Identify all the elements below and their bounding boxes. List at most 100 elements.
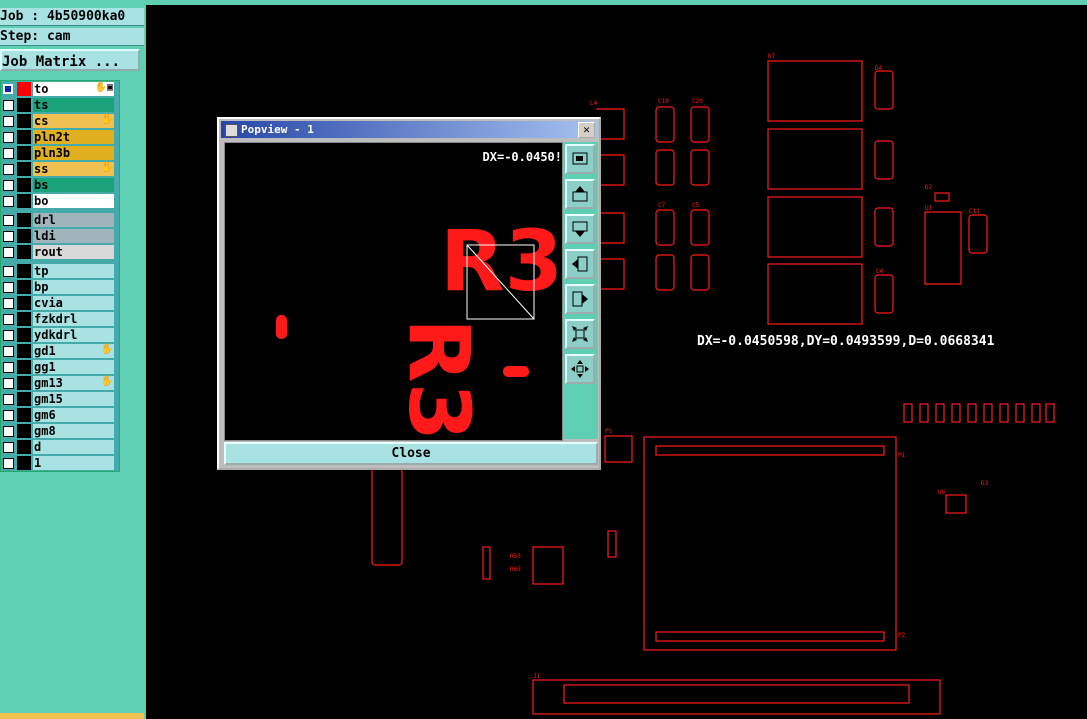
layer-checkbox[interactable]	[3, 132, 14, 143]
layer-name[interactable]: fzkdrl	[33, 312, 114, 326]
layer-row-1[interactable]: 1	[1, 455, 119, 471]
job-matrix-button[interactable]: Job Matrix ...	[0, 49, 140, 71]
layer-color-swatch[interactable]	[17, 229, 31, 243]
layer-color-swatch[interactable]	[17, 312, 31, 326]
layer-checkbox[interactable]	[3, 116, 14, 127]
layer-row-gm6[interactable]: gm6	[1, 407, 119, 423]
layer-name[interactable]: drl	[33, 213, 114, 227]
layer-checkbox[interactable]	[3, 148, 14, 159]
layer-checkbox[interactable]	[3, 314, 14, 325]
layer-checkbox[interactable]	[3, 442, 14, 453]
layer-checkbox[interactable]	[3, 346, 14, 357]
layer-color-swatch[interactable]	[17, 146, 31, 160]
layer-color-swatch[interactable]	[17, 360, 31, 374]
layer-checkbox[interactable]	[3, 410, 14, 421]
layer-color-swatch[interactable]	[17, 130, 31, 144]
layer-name[interactable]: bp	[33, 280, 114, 294]
layer-row-drl[interactable]: drl	[1, 212, 119, 228]
layer-row-tp[interactable]: tp	[1, 263, 119, 279]
layer-name[interactable]: gm15	[33, 392, 114, 406]
layer-color-swatch[interactable]	[17, 114, 31, 128]
layer-row-gd1[interactable]: gd1 ✋	[1, 343, 119, 359]
layer-row-gm13[interactable]: gm13 ✋	[1, 375, 119, 391]
layer-checkbox[interactable]	[3, 298, 14, 309]
layer-color-swatch[interactable]	[17, 392, 31, 406]
layer-name[interactable]: d	[33, 440, 114, 454]
layer-row-rout[interactable]: rout	[1, 244, 119, 260]
layer-row-gg1[interactable]: gg1	[1, 359, 119, 375]
layer-name[interactable]: pln2t	[33, 130, 114, 144]
layer-color-swatch[interactable]	[17, 424, 31, 438]
layer-row-ss[interactable]: ss ✋	[1, 161, 119, 177]
layer-checkbox[interactable]	[3, 426, 14, 437]
layer-checkbox[interactable]	[3, 180, 14, 191]
layer-row-gm15[interactable]: gm15	[1, 391, 119, 407]
layer-name[interactable]: gm6	[33, 408, 114, 422]
close-button[interactable]: Close	[224, 442, 598, 465]
layer-checkbox[interactable]	[3, 231, 14, 242]
layer-checkbox[interactable]	[3, 282, 14, 293]
zoom-out-icon[interactable]	[565, 319, 595, 349]
pan-left-icon[interactable]	[565, 249, 595, 279]
layer-row-ts[interactable]: ts	[1, 97, 119, 113]
layer-name[interactable]: gg1	[33, 360, 114, 374]
layer-checkbox[interactable]	[3, 215, 14, 226]
layer-checkbox[interactable]	[3, 378, 14, 389]
layer-color-swatch[interactable]	[17, 344, 31, 358]
layer-checkbox[interactable]	[3, 196, 14, 207]
layer-checkbox[interactable]	[3, 266, 14, 277]
layer-name[interactable]: tp	[33, 264, 114, 278]
layer-row-d[interactable]: d	[1, 439, 119, 455]
layer-name[interactable]: bo	[33, 194, 114, 208]
layer-color-swatch[interactable]	[17, 376, 31, 390]
layer-row-to[interactable]: to ✋▣	[1, 81, 119, 97]
layer-name[interactable]: rout	[33, 245, 114, 259]
layer-checkbox[interactable]	[3, 330, 14, 341]
layer-row-bo[interactable]: bo	[1, 193, 119, 209]
close-icon[interactable]: ✕	[578, 122, 595, 138]
pan-up-icon[interactable]	[565, 179, 595, 209]
layer-checkbox[interactable]	[3, 362, 14, 373]
layer-row-gm8[interactable]: gm8	[1, 423, 119, 439]
layer-name[interactable]: pln3b	[33, 146, 114, 160]
layer-checkbox[interactable]	[3, 164, 14, 175]
zoom-fit-icon[interactable]	[565, 144, 595, 174]
pan-right-icon[interactable]	[565, 284, 595, 314]
layer-color-swatch[interactable]	[17, 280, 31, 294]
pan-down-icon[interactable]	[565, 214, 595, 244]
layer-name[interactable]: 1	[33, 456, 114, 470]
zoom-in-icon[interactable]	[565, 354, 595, 384]
layer-row-bs[interactable]: bs	[1, 177, 119, 193]
layer-row-ydkdrl[interactable]: ydkdrl	[1, 327, 119, 343]
layer-row-ldi[interactable]: ldi	[1, 228, 119, 244]
layer-checkbox[interactable]	[3, 394, 14, 405]
layer-color-swatch[interactable]	[17, 178, 31, 192]
layer-color-swatch[interactable]	[17, 456, 31, 470]
layer-name[interactable]: ldi	[33, 229, 114, 243]
layer-row-cs[interactable]: cs ✋	[1, 113, 119, 129]
popview-titlebar[interactable]: Popview - 1 ✕	[221, 121, 597, 138]
layer-name[interactable]: cvia	[33, 296, 114, 310]
layer-row-fzkdrl[interactable]: fzkdrl	[1, 311, 119, 327]
layer-color-swatch[interactable]	[17, 213, 31, 227]
layer-color-swatch[interactable]	[17, 98, 31, 112]
layer-color-swatch[interactable]	[17, 245, 31, 259]
layer-color-swatch[interactable]	[17, 194, 31, 208]
layer-row-bp[interactable]: bp	[1, 279, 119, 295]
layer-checkbox[interactable]	[3, 458, 14, 469]
layer-name[interactable]: gm8	[33, 424, 114, 438]
layer-color-swatch[interactable]	[17, 408, 31, 422]
layer-row-pln2t[interactable]: pln2t	[1, 129, 119, 145]
layer-color-swatch[interactable]	[17, 162, 31, 176]
layer-color-swatch[interactable]	[17, 264, 31, 278]
layer-name[interactable]: ts	[33, 98, 114, 112]
layer-color-swatch[interactable]	[17, 328, 31, 342]
layer-color-swatch[interactable]	[17, 296, 31, 310]
layer-color-swatch[interactable]	[17, 82, 31, 96]
layer-row-cvia[interactable]: cvia	[1, 295, 119, 311]
layer-name[interactable]: bs	[33, 178, 114, 192]
layer-checkbox[interactable]	[3, 84, 13, 94]
layer-checkbox[interactable]	[3, 247, 14, 258]
layer-name[interactable]: ydkdrl	[33, 328, 114, 342]
layer-color-swatch[interactable]	[17, 440, 31, 454]
